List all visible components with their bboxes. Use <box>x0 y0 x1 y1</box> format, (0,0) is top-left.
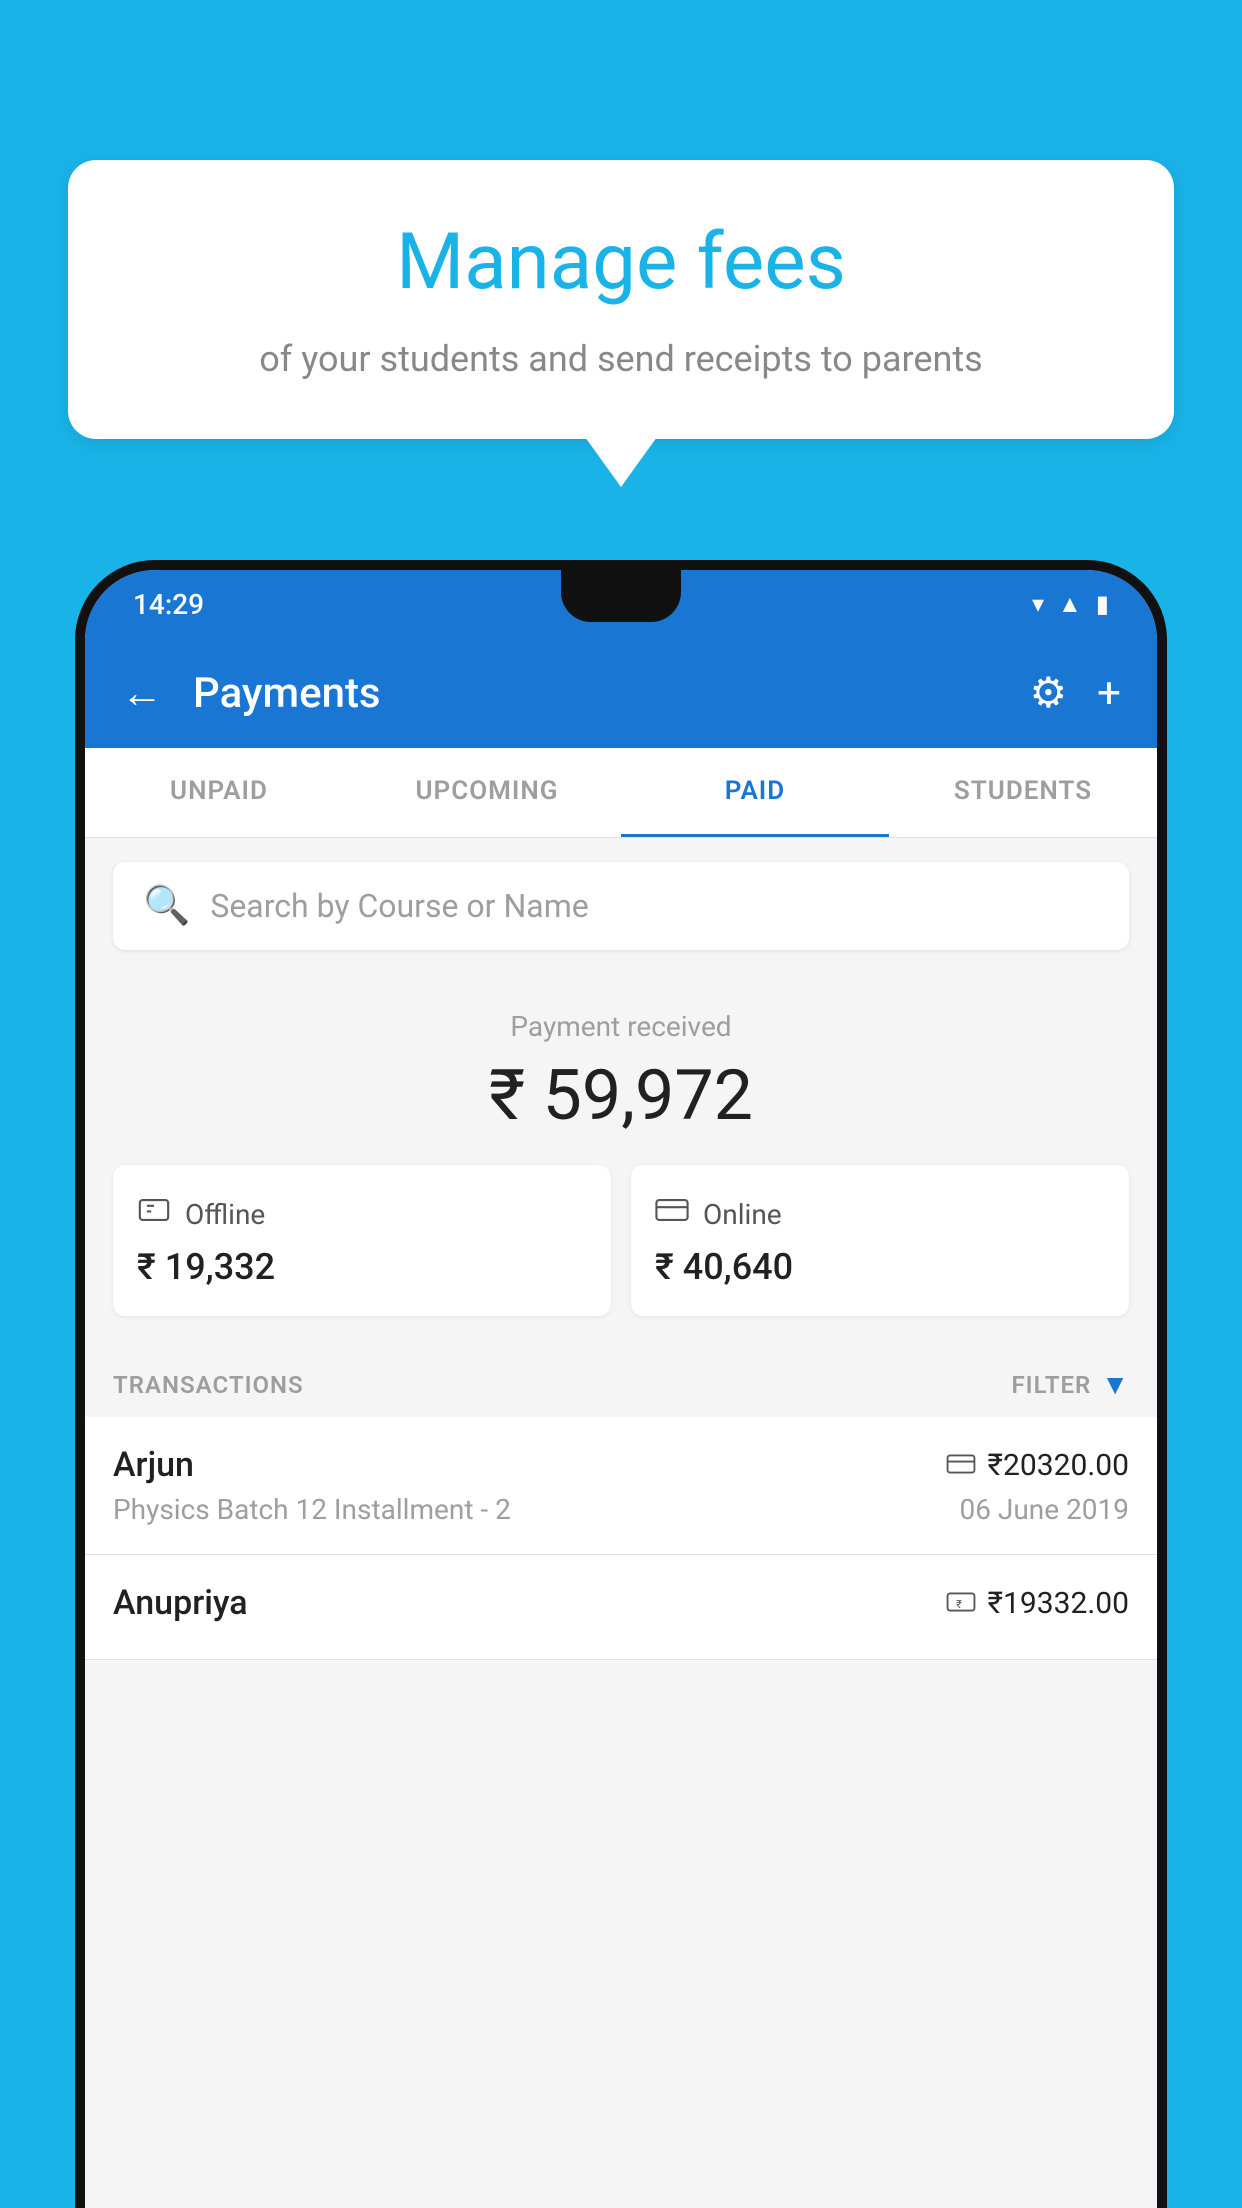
transaction-amount: ₹19332.00 <box>988 1586 1129 1621</box>
offline-payment-icon: ₹ <box>946 1587 976 1620</box>
tab-paid[interactable]: PAID <box>621 748 889 837</box>
transactions-label: TRANSACTIONS <box>113 1371 304 1399</box>
transaction-course: Physics Batch 12 Installment - 2 <box>113 1493 511 1526</box>
payment-total-amount: ₹ 59,972 <box>113 1055 1129 1137</box>
offline-card-header: Offline <box>137 1193 587 1236</box>
wifi-icon: ▾ <box>1032 590 1044 618</box>
transaction-date: 06 June 2019 <box>959 1493 1129 1526</box>
tab-unpaid[interactable]: UNPAID <box>85 748 353 837</box>
search-icon: 🔍 <box>143 884 190 928</box>
speech-bubble: Manage fees of your students and send re… <box>68 160 1174 439</box>
online-amount: ₹ 40,640 <box>655 1246 1105 1288</box>
transaction-list: Arjun ₹20320.00 Physics <box>85 1417 1157 1660</box>
online-icon <box>655 1193 689 1236</box>
app-bar-actions: ⚙ + <box>1030 668 1122 718</box>
offline-amount: ₹ 19,332 <box>137 1246 587 1288</box>
search-input[interactable]: Search by Course or Name <box>210 887 588 925</box>
battery-icon: ▮ <box>1096 590 1109 618</box>
tabs-container: UNPAID UPCOMING PAID STUDENTS <box>85 748 1157 838</box>
transaction-amount-container: ₹20320.00 <box>946 1448 1129 1483</box>
payment-received-label: Payment received <box>113 1010 1129 1043</box>
filter-container[interactable]: FILTER ▼ <box>1011 1368 1129 1401</box>
app-bar: ← Payments ⚙ + <box>85 638 1157 748</box>
transactions-header: TRANSACTIONS FILTER ▼ <box>85 1344 1157 1417</box>
status-icons: ▾ ▲ ▮ <box>1032 590 1109 619</box>
offline-payment-card: Offline ₹ 19,332 <box>113 1165 611 1316</box>
status-time: 14:29 <box>133 588 204 621</box>
phone-frame: 14:29 ▾ ▲ ▮ ← Payments ⚙ + <box>75 560 1167 2208</box>
phone-inner: 14:29 ▾ ▲ ▮ ← Payments ⚙ + <box>85 570 1157 2208</box>
filter-label: FILTER <box>1011 1371 1091 1399</box>
transaction-amount: ₹20320.00 <box>988 1448 1129 1483</box>
transaction-row-top: Anupriya ₹ ₹19332.00 <box>113 1583 1129 1623</box>
table-row[interactable]: Anupriya ₹ ₹19332.00 <box>85 1555 1157 1660</box>
tab-upcoming[interactable]: UPCOMING <box>353 748 621 837</box>
transaction-amount-container: ₹ ₹19332.00 <box>946 1586 1129 1621</box>
tab-students[interactable]: STUDENTS <box>889 748 1157 837</box>
add-icon[interactable]: + <box>1097 669 1121 718</box>
signal-icon: ▲ <box>1058 590 1082 619</box>
online-card-header: Online <box>655 1193 1105 1236</box>
back-button[interactable]: ← <box>121 669 163 718</box>
notch <box>561 570 681 622</box>
table-row[interactable]: Arjun ₹20320.00 Physics <box>85 1417 1157 1555</box>
phone-screen: 14:29 ▾ ▲ ▮ ← Payments ⚙ + <box>85 570 1157 2208</box>
search-box[interactable]: 🔍 Search by Course or Name <box>113 862 1129 950</box>
online-payment-card: Online ₹ 40,640 <box>631 1165 1129 1316</box>
payment-cards: Offline ₹ 19,332 <box>113 1165 1129 1316</box>
status-bar: 14:29 ▾ ▲ ▮ <box>85 570 1157 638</box>
transaction-row-top: Arjun ₹20320.00 <box>113 1445 1129 1485</box>
transaction-name: Anupriya <box>113 1583 248 1623</box>
app-bar-title: Payments <box>193 669 1000 718</box>
search-container: 🔍 Search by Course or Name <box>85 838 1157 974</box>
payment-summary: Payment received ₹ 59,972 <box>85 974 1157 1344</box>
speech-bubble-container: Manage fees of your students and send re… <box>68 160 1174 439</box>
bubble-subtitle: of your students and send receipts to pa… <box>108 334 1134 384</box>
transaction-name: Arjun <box>113 1445 194 1485</box>
card-payment-icon <box>946 1449 976 1482</box>
bubble-title: Manage fees <box>108 220 1134 306</box>
filter-icon: ▼ <box>1101 1368 1129 1401</box>
svg-text:₹: ₹ <box>956 1598 962 1611</box>
offline-type-label: Offline <box>185 1198 265 1231</box>
settings-icon[interactable]: ⚙ <box>1030 668 1068 718</box>
transaction-row-bottom: Physics Batch 12 Installment - 2 06 June… <box>113 1493 1129 1526</box>
online-type-label: Online <box>703 1198 782 1231</box>
offline-icon <box>137 1193 171 1236</box>
